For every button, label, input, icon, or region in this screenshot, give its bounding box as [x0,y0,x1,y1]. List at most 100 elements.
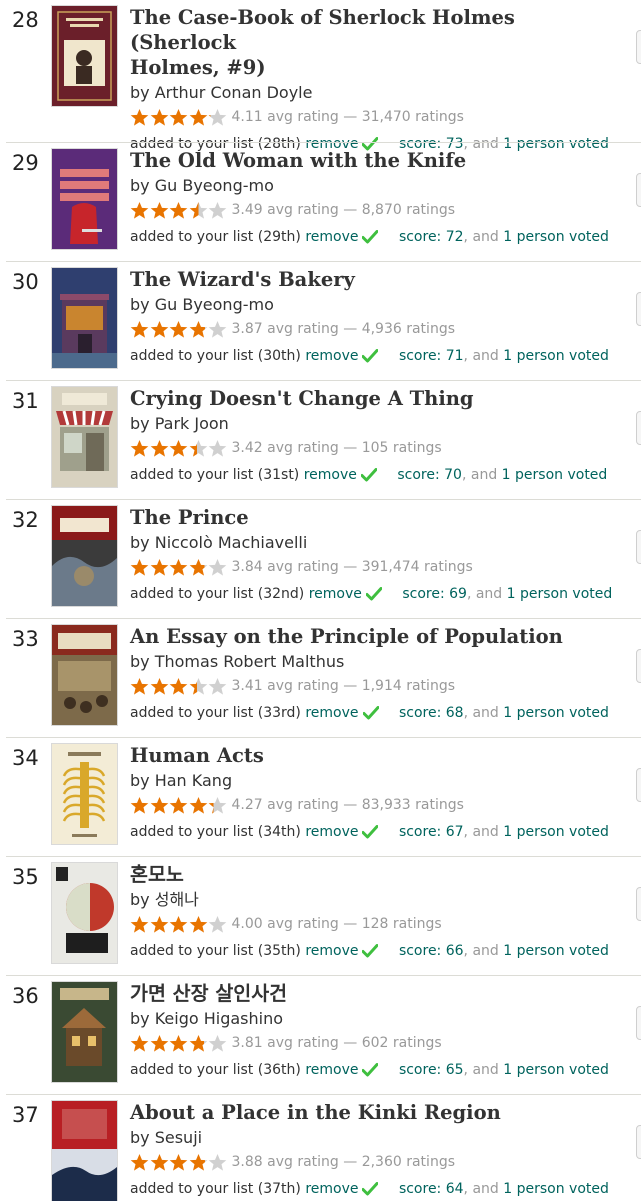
score-link[interactable]: score: 71 [399,348,464,364]
human-acts-cover [52,744,117,844]
author-link[interactable]: Gu Byeong-mo [155,176,274,195]
book-title-line: An Essay on the Principle of Population [130,625,563,648]
vote-side-button[interactable] [636,292,641,326]
book-cover[interactable] [52,387,117,487]
remove-link[interactable]: remove [305,229,358,245]
author-link[interactable]: Gu Byeong-mo [155,295,274,314]
villa-cover [52,982,117,1082]
author-line: by Arthur Conan Doyle [130,81,587,105]
voters-link[interactable]: 1 person voted [503,1062,609,1078]
added-label: added to your list (29th) [130,229,306,245]
book-title-link[interactable]: The Wizard's Bakery [130,267,587,292]
score-link[interactable]: score: 69 [402,586,467,602]
author-link[interactable]: Han Kang [155,771,232,790]
and-label: , and [463,348,504,364]
and-label: , and [466,586,507,602]
kinki-cover [52,1101,117,1201]
star-icon [208,558,227,576]
author-link[interactable]: Keigo Higashino [155,1009,283,1028]
book-cover[interactable] [52,744,117,844]
star-icon [150,201,168,219]
book-title-link[interactable]: Human Acts [130,743,587,768]
voters-link[interactable]: 1 person voted [503,943,609,959]
added-label: added to your list (33rd) [130,705,306,721]
voters-link[interactable]: 1 person voted [503,229,609,245]
vote-side-button[interactable] [636,530,641,564]
star-icon [130,796,149,814]
book-title-link[interactable]: The Old Woman with the Knife [130,148,587,173]
score-link[interactable]: score: 68 [399,705,464,721]
rank-number: 31 [12,389,39,413]
author-link[interactable]: Sesuji [155,1128,202,1147]
check-icon [361,1182,379,1200]
vote-side-button[interactable] [636,887,641,921]
voters-link[interactable]: 1 person voted [502,467,608,483]
score-link[interactable]: score: 66 [399,943,464,959]
remove-link[interactable]: remove [305,1181,358,1197]
vote-side-button[interactable] [636,1125,641,1159]
book-title-link[interactable]: 가면 산장 살인사건 [130,981,587,1006]
and-label: , and [463,824,504,840]
remove-link[interactable]: remove [309,586,362,602]
score-link[interactable]: score: 67 [399,824,464,840]
rank-number: 33 [12,627,39,651]
author-link[interactable]: Park Joon [155,414,229,433]
remove-link[interactable]: remove [304,467,357,483]
star-icon [208,677,227,695]
voters-link[interactable]: 1 person voted [503,705,609,721]
author-link[interactable]: 성해나 [155,890,199,909]
book-cover[interactable] [52,268,117,368]
star-rating [130,796,228,815]
star-rating [130,677,228,696]
remove-link[interactable]: remove [305,824,358,840]
remove-link[interactable]: remove [305,705,358,721]
author-link[interactable]: Niccolò Machiavelli [155,533,308,552]
book-cover[interactable] [52,625,117,725]
book-cover[interactable] [52,6,117,106]
voters-link[interactable]: 1 person voted [507,586,613,602]
vote-side-button[interactable] [636,173,641,207]
author-link[interactable]: Arthur Conan Doyle [155,83,313,102]
vote-side-button[interactable] [636,649,641,683]
check-icon [361,825,379,843]
star-icon [130,320,149,338]
score-link[interactable]: score: 64 [399,1181,464,1197]
book-title-link[interactable]: 혼모노 [130,862,587,887]
book-row: 33 An Essay on the Principle of Populati… [0,619,641,738]
rating-text: 3.49 avg rating — 8,870 ratings [231,202,456,218]
book-title-link[interactable]: The Prince [130,505,587,530]
voters-link[interactable]: 1 person voted [503,824,609,840]
score-link[interactable]: score: 72 [399,229,464,245]
remove-link[interactable]: remove [305,1062,358,1078]
star-icon [189,108,207,126]
score-link[interactable]: score: 65 [399,1062,464,1078]
book-title-link[interactable]: Crying Doesn't Change A Thing [130,386,587,411]
book-title-link[interactable]: An Essay on the Principle of Population [130,624,587,649]
remove-link[interactable]: remove [305,943,358,959]
rating-line: 3.49 avg rating — 8,870 ratings [130,199,587,221]
book-title-link[interactable]: About a Place in the Kinki Region [130,1100,587,1125]
list-status-line: added to your list (29th) remove score: … [130,229,609,248]
by-label: by [130,295,150,314]
score-link[interactable]: score: 70 [397,467,462,483]
remove-link[interactable]: remove [305,348,358,364]
book-cover[interactable] [52,149,117,249]
book-cover[interactable] [52,863,117,963]
book-cover[interactable] [52,506,117,606]
vote-side-button[interactable] [636,411,641,445]
book-title-line: 혼모노 [130,863,184,886]
book-title-link[interactable]: The Case-Book of Sherlock Holmes (Sherlo… [130,5,587,80]
voters-link[interactable]: 1 person voted [503,348,609,364]
book-info: An Essay on the Principle of Population … [130,624,609,724]
vote-side-button[interactable] [636,768,641,802]
book-cover[interactable] [52,1101,117,1201]
voters-link[interactable]: 1 person voted [503,1181,609,1197]
vote-side-button[interactable] [636,1006,641,1040]
author-link[interactable]: Thomas Robert Malthus [155,652,345,671]
by-label: by [130,890,150,909]
vote-side-button[interactable] [636,30,641,64]
book-list: 28 The Case-Book of Sherlock Holmes (She… [0,0,641,1201]
book-cover[interactable] [52,982,117,1082]
book-row: 32 The Prince by Niccolò Machiavelli 3.8… [0,500,641,619]
rating-line: 3.87 avg rating — 4,936 ratings [130,318,587,340]
